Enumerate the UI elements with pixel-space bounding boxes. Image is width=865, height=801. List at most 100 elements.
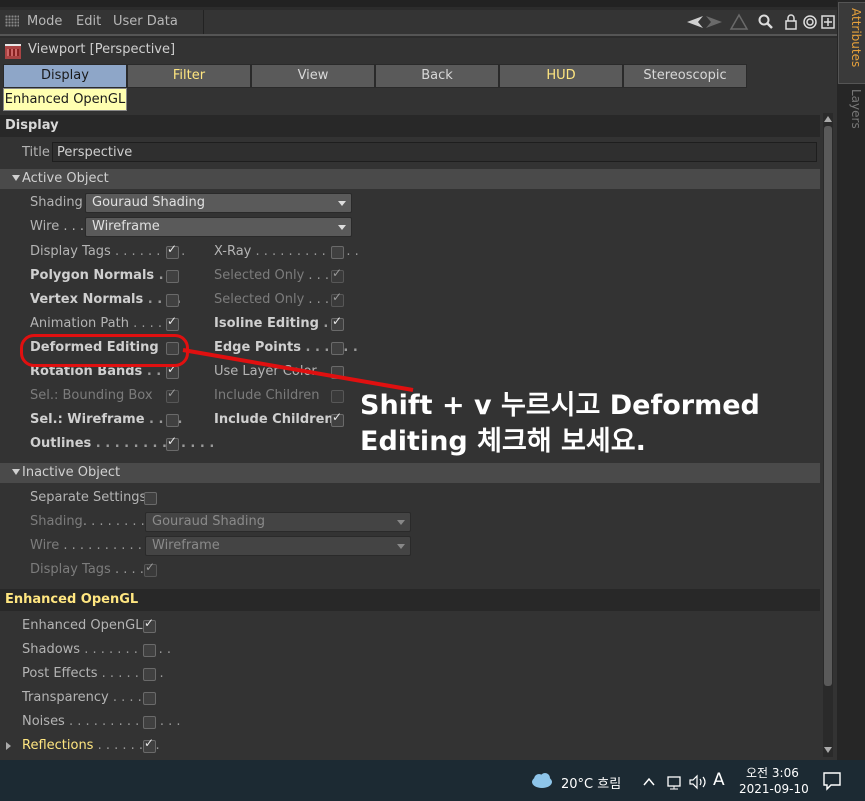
option-checkbox[interactable] bbox=[143, 716, 156, 729]
label-text: Enhanced OpenGL bbox=[22, 618, 143, 633]
option-label: Polygon Normals . bbox=[30, 268, 164, 283]
ime-indicator[interactable]: A bbox=[713, 770, 725, 790]
search-icon[interactable] bbox=[758, 14, 773, 29]
option-label: Sel.: Wireframe . . . . bbox=[30, 412, 182, 427]
expand-triangle-icon[interactable] bbox=[5, 742, 13, 750]
lock-icon[interactable] bbox=[785, 14, 797, 30]
label-text: Wire bbox=[30, 538, 60, 553]
section-enhanced-opengl[interactable]: Enhanced OpenGL bbox=[0, 589, 820, 611]
top-strip bbox=[0, 0, 837, 7]
label-dots: . . . bbox=[304, 268, 330, 283]
label-text: Selected Only bbox=[214, 268, 305, 283]
option-label: Noises . . . . . . . . . . . . . . bbox=[22, 714, 181, 729]
dropdown-value: Gouraud Shading bbox=[92, 195, 206, 210]
option-label: Reflections . . . . . . . . bbox=[22, 738, 160, 753]
volume-icon[interactable] bbox=[689, 774, 706, 790]
option-checkbox[interactable] bbox=[331, 314, 344, 331]
grip-icon[interactable] bbox=[5, 15, 19, 27]
new-panel-icon[interactable] bbox=[821, 15, 835, 29]
title-input[interactable]: Perspective bbox=[52, 142, 817, 162]
separate-settings-checkbox[interactable] bbox=[144, 492, 157, 505]
label-text: Display Tags bbox=[30, 562, 111, 577]
weather-text[interactable]: 20°C 흐림 bbox=[561, 773, 621, 792]
clock-date[interactable]: 2021-09-10 bbox=[739, 782, 809, 796]
label-text: Isoline Editing bbox=[214, 316, 319, 331]
option-label: Isoline Editing . . bbox=[214, 316, 338, 331]
dropdown-value: Gouraud Shading bbox=[152, 514, 266, 529]
notification-icon[interactable] bbox=[822, 771, 842, 791]
tab-filter[interactable]: Filter bbox=[127, 64, 251, 88]
label-text: Animation Path bbox=[30, 316, 129, 331]
option-label: Display Tags . . . . . . . . . bbox=[30, 244, 185, 259]
option-checkbox[interactable] bbox=[331, 266, 344, 283]
tab-back[interactable]: Back bbox=[375, 64, 499, 88]
side-tab-layers[interactable]: Layers bbox=[839, 89, 863, 129]
scrollbar-thumb[interactable] bbox=[824, 126, 832, 686]
option-checkbox[interactable] bbox=[331, 290, 344, 307]
group-inactive-object[interactable]: Inactive Object bbox=[0, 463, 820, 483]
label-text: Sel.: Wireframe bbox=[30, 412, 145, 427]
menu-edit[interactable]: Edit bbox=[76, 14, 101, 29]
option-checkbox[interactable] bbox=[166, 270, 179, 283]
annotation-text: Shift + v 누르시고 Deformed Editing 체크해 보세요. bbox=[360, 388, 760, 460]
option-checkbox[interactable] bbox=[166, 414, 179, 427]
dropdown-value: Wireframe bbox=[152, 538, 220, 553]
option-label: Sel.: Bounding Box bbox=[30, 388, 153, 403]
option-checkbox[interactable] bbox=[143, 668, 156, 681]
inactive-shading-dropdown[interactable]: Gouraud Shading bbox=[145, 512, 411, 532]
label-dots: . . . . . . . . . . . . . bbox=[91, 436, 215, 451]
option-label: Include Children bbox=[214, 412, 334, 427]
viewport-icon bbox=[5, 44, 21, 59]
cloud-icon[interactable] bbox=[529, 771, 553, 789]
option-checkbox[interactable] bbox=[331, 410, 344, 427]
option-checkbox[interactable] bbox=[143, 692, 156, 705]
tab-hud[interactable]: HUD bbox=[499, 64, 623, 88]
label-text: Vertex Normals bbox=[30, 292, 144, 307]
option-checkbox[interactable] bbox=[166, 294, 179, 307]
tab-display[interactable]: Display bbox=[3, 64, 127, 88]
tab-enhanced-opengl[interactable]: Enhanced OpenGL bbox=[3, 88, 127, 111]
option-checkbox[interactable] bbox=[143, 616, 156, 633]
option-label: Vertex Normals . . . . bbox=[30, 292, 181, 307]
title-label: Title bbox=[22, 145, 50, 160]
label-text: Reflections bbox=[22, 738, 94, 753]
clock-time[interactable]: 오전 3:06 bbox=[746, 764, 799, 781]
network-icon[interactable] bbox=[667, 776, 681, 790]
option-checkbox[interactable] bbox=[143, 644, 156, 657]
collapse-triangle-icon bbox=[12, 469, 20, 475]
label-text: X-Ray bbox=[214, 244, 252, 259]
forward-arrow-icon[interactable] bbox=[706, 16, 722, 28]
wire-dropdown[interactable]: Wireframe bbox=[85, 217, 352, 237]
target-icon[interactable] bbox=[803, 15, 817, 29]
option-checkbox[interactable] bbox=[166, 242, 179, 259]
menu-mode[interactable]: Mode bbox=[27, 14, 62, 29]
side-tab-attributes[interactable]: Attributes bbox=[839, 8, 863, 67]
section-display[interactable]: Display bbox=[0, 115, 820, 137]
group-active-object[interactable]: Active Object bbox=[0, 169, 820, 189]
tab-stereoscopic[interactable]: Stereoscopic bbox=[623, 64, 747, 88]
inactive-display-tags-checkbox[interactable] bbox=[144, 560, 157, 577]
annotation-line: Shift + v 누르시고 Deformed bbox=[360, 390, 760, 421]
label-dots: . . . bbox=[304, 292, 330, 307]
tab-view[interactable]: View bbox=[251, 64, 375, 88]
chevron-up-icon[interactable] bbox=[643, 777, 655, 786]
dropdown-arrow-icon bbox=[338, 225, 346, 230]
menu-user-data[interactable]: User Data bbox=[113, 14, 178, 29]
back-arrow-icon[interactable] bbox=[687, 16, 703, 28]
annotation-line: Editing 체크해 보세요. bbox=[360, 426, 646, 457]
option-label: Selected Only . . . bbox=[214, 292, 329, 307]
scroll-up-icon[interactable] bbox=[823, 114, 833, 124]
shading-dropdown[interactable]: Gouraud Shading bbox=[85, 193, 352, 213]
label-dots: . bbox=[154, 268, 164, 283]
tray-icons bbox=[643, 774, 706, 790]
inactive-wire-dropdown[interactable]: Wireframe bbox=[145, 536, 411, 556]
option-checkbox[interactable] bbox=[166, 434, 179, 451]
group-label: Inactive Object bbox=[22, 465, 121, 480]
up-arrow-icon[interactable] bbox=[729, 13, 749, 30]
option-checkbox[interactable] bbox=[143, 736, 156, 753]
separate-settings-label: Separate Settings bbox=[30, 490, 147, 505]
scroll-down-icon[interactable] bbox=[823, 745, 833, 755]
option-checkbox[interactable] bbox=[166, 314, 179, 331]
option-checkbox[interactable] bbox=[331, 246, 344, 259]
label-text: Shadows bbox=[22, 642, 81, 657]
